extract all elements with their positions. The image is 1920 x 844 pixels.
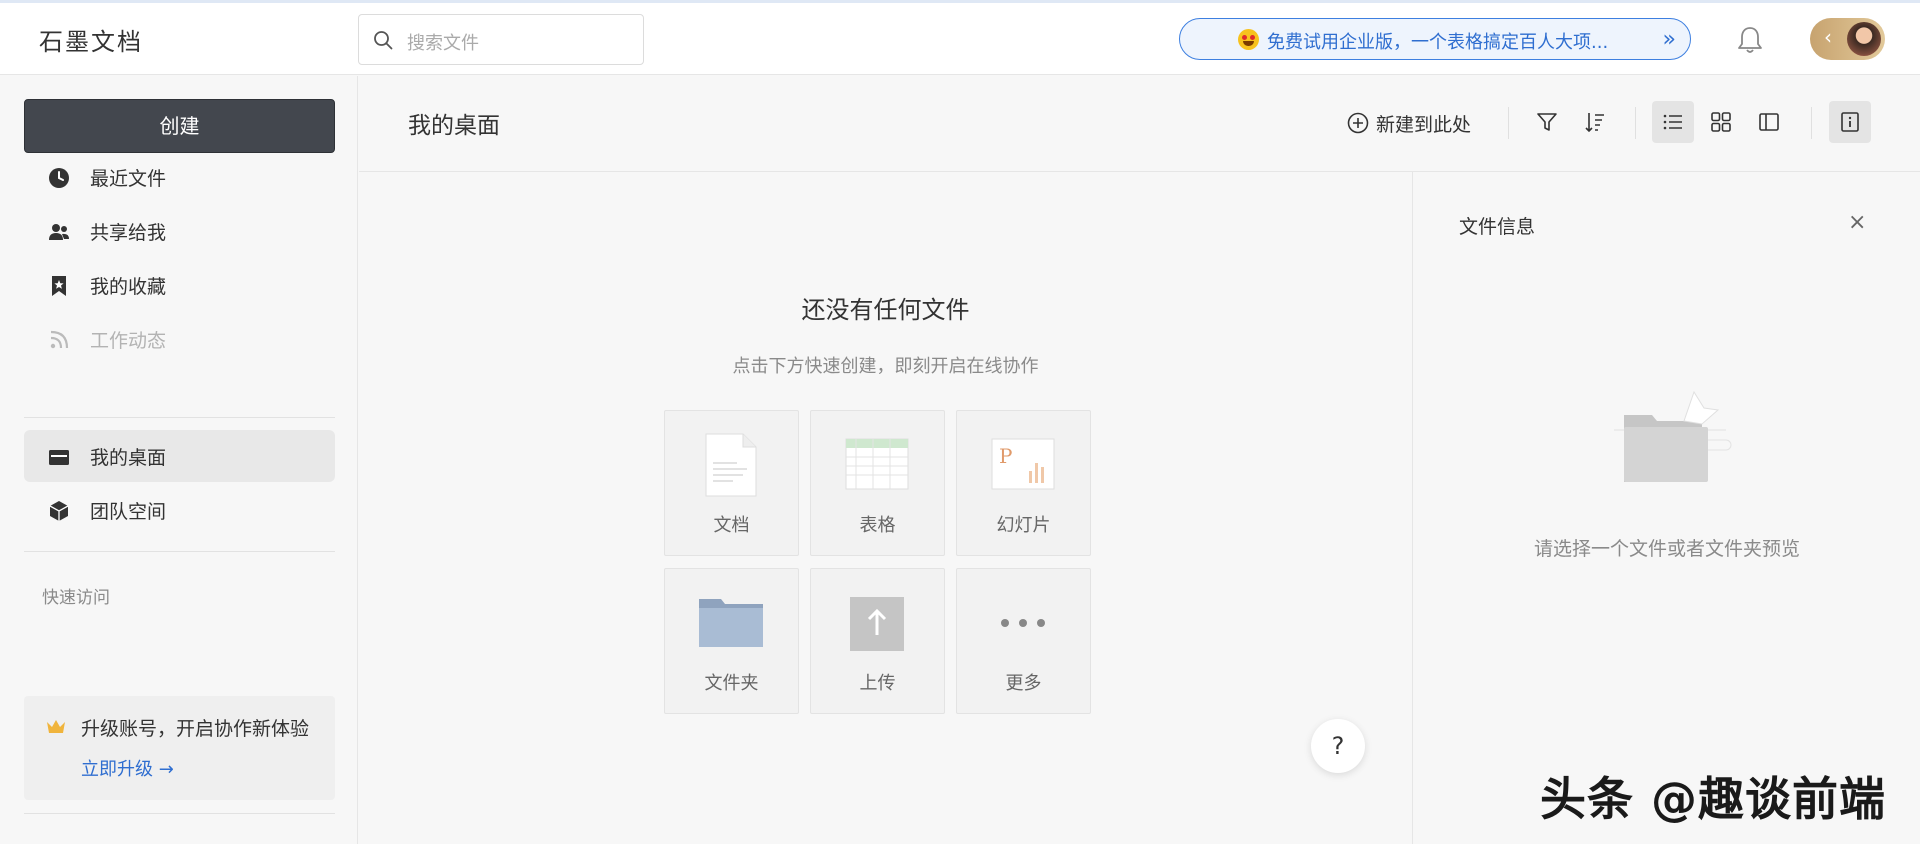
clock-icon <box>49 168 69 188</box>
star-eyes-emoji-icon <box>1238 29 1259 50</box>
upgrade-text: 升级账号，开启协作新体验 <box>81 718 310 740</box>
sidebar-item-activity[interactable]: 工作动态 <box>24 313 335 365</box>
grid-view-icon <box>1711 112 1731 132</box>
avatar <box>1847 22 1881 56</box>
toolbar-divider <box>1811 107 1812 139</box>
sidebar-item-label: 工作动态 <box>90 330 167 352</box>
top-header: 石墨文档 搜索文件 免费试用企业版，一个表格搞定百人大项... » ‹ <box>0 3 1920 75</box>
search-input[interactable]: 搜索文件 <box>358 14 644 65</box>
empty-state-title: 还没有任何文件 <box>801 296 970 324</box>
filter-button[interactable] <box>1526 101 1568 143</box>
rss-icon <box>50 330 69 349</box>
sort-icon <box>1585 113 1604 133</box>
svg-text:P: P <box>999 444 1012 468</box>
file-info-title: 文件信息 <box>1459 216 1536 238</box>
tile-label: 文档 <box>713 515 750 536</box>
spreadsheet-icon <box>845 438 909 490</box>
sidebar-item-label: 我的收藏 <box>90 276 167 298</box>
tile-label: 表格 <box>859 515 896 536</box>
more-icon <box>1001 619 1045 627</box>
upgrade-link[interactable]: 立即升级 → <box>81 755 174 781</box>
close-icon[interactable]: × <box>1848 210 1866 235</box>
plus-circle-icon <box>1347 112 1369 134</box>
sidebar-item-label: 团队空间 <box>90 501 167 523</box>
sidebar-item-desktop[interactable]: 我的桌面 <box>24 430 335 482</box>
create-spreadsheet-tile[interactable]: 表格 <box>810 410 945 556</box>
folder-icon <box>699 599 763 647</box>
help-button[interactable]: ? <box>1311 719 1365 773</box>
info-icon <box>1841 112 1859 132</box>
create-slides-tile[interactable]: P 幻灯片 <box>956 410 1091 556</box>
upgrade-card: 升级账号，开启协作新体验 立即升级 → <box>24 696 335 800</box>
create-document-tile[interactable]: 文档 <box>664 410 799 556</box>
more-tile[interactable]: 更多 <box>956 568 1091 714</box>
tile-label: 幻灯片 <box>996 515 1051 536</box>
watermark-text: 头条 @趣谈前端 <box>1540 772 1887 826</box>
slides-icon: P <box>991 438 1055 490</box>
sidebar-divider <box>24 417 335 418</box>
grid-view-button[interactable] <box>1700 101 1742 143</box>
file-info-empty-text: 请选择一个文件或者文件夹预览 <box>1533 538 1800 560</box>
tile-label: 更多 <box>1005 673 1042 694</box>
quick-access-heading: 快速访问 <box>42 588 110 608</box>
sidebar-item-label: 我的桌面 <box>90 447 167 469</box>
new-here-label: 新建到此处 <box>1376 114 1472 136</box>
desktop-icon <box>49 450 69 465</box>
sidebar-item-shared[interactable]: 共享给我 <box>24 205 335 257</box>
create-folder-tile[interactable]: 文件夹 <box>664 568 799 714</box>
sidebar-item-team-space[interactable]: 团队空间 <box>24 484 335 536</box>
toolbar-divider <box>1635 107 1636 139</box>
split-view-button[interactable] <box>1748 101 1790 143</box>
chevron-left-icon: ‹ <box>1824 25 1832 49</box>
upload-icon <box>850 597 904 651</box>
empty-folder-illustration-icon <box>1614 390 1732 482</box>
main-content: 还没有任何文件 点击下方快速创建，即刻开启在线协作 文档 表格 P 幻灯片 文件… <box>359 172 1412 844</box>
main-toolbar: 我的桌面 新建到此处 <box>359 76 1920 172</box>
promo-text: 免费试用企业版，一个表格搞定百人大项... <box>1267 32 1609 53</box>
create-button[interactable]: 创建 <box>24 99 335 153</box>
tile-label: 上传 <box>859 673 896 694</box>
list-view-button[interactable] <box>1652 101 1694 143</box>
sidebar-item-recent[interactable]: 最近文件 <box>24 151 335 203</box>
file-info-toggle-button[interactable] <box>1829 101 1871 143</box>
sidebar-item-favorites[interactable]: 我的收藏 <box>24 259 335 311</box>
filter-icon <box>1537 113 1557 131</box>
bookmark-star-icon <box>52 276 66 296</box>
list-view-icon <box>1663 114 1682 130</box>
people-icon <box>49 224 69 240</box>
cube-icon <box>49 501 69 521</box>
sidebar-panel-icon <box>1759 113 1779 131</box>
crown-icon <box>47 720 65 733</box>
notification-bell-icon[interactable] <box>1736 25 1764 55</box>
user-menu[interactable]: ‹ <box>1810 18 1885 60</box>
tile-label: 文件夹 <box>704 673 759 694</box>
sidebar-divider <box>24 813 335 814</box>
document-icon <box>705 433 757 497</box>
empty-state-subtitle: 点击下方快速创建，即刻开启在线协作 <box>732 356 1039 377</box>
double-chevron-right-icon: » <box>1662 27 1676 52</box>
sort-button[interactable] <box>1574 101 1616 143</box>
search-placeholder: 搜索文件 <box>407 33 479 54</box>
page-title: 我的桌面 <box>408 113 500 139</box>
enterprise-promo-banner[interactable]: 免费试用企业版，一个表格搞定百人大项... » <box>1179 18 1691 60</box>
toolbar-divider <box>1508 107 1509 139</box>
file-info-panel: 文件信息 × 请选择一个文件或者文件夹预览 <box>1412 172 1920 844</box>
sidebar: 创建 最近文件 共享给我 我的收藏 工作动态 我的桌面 团队空间 快速访问 升级… <box>0 76 358 844</box>
sidebar-item-label: 共享给我 <box>90 222 167 244</box>
search-icon <box>374 31 393 50</box>
app-logo[interactable]: 石墨文档 <box>39 22 143 57</box>
upload-tile[interactable]: 上传 <box>810 568 945 714</box>
sidebar-item-label: 最近文件 <box>90 168 167 190</box>
sidebar-divider <box>24 551 335 552</box>
